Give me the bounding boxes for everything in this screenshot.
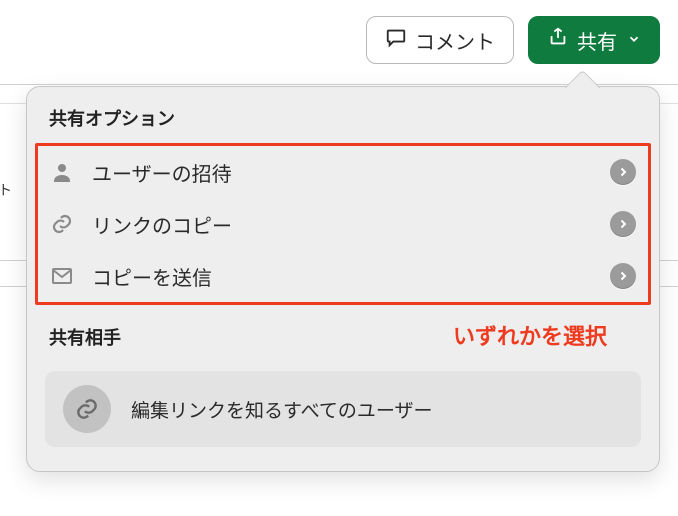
recipients-header-row: 共有相手 いずれかを選択: [27, 305, 659, 357]
chevron-right-icon: [610, 263, 636, 289]
mail-icon: [48, 264, 76, 288]
share-icon: [547, 26, 569, 54]
share-label: 共有: [577, 26, 617, 55]
comment-button[interactable]: コメント: [366, 16, 514, 64]
recipient-summary-text: 編集リンクを知るすべてのユーザー: [131, 396, 433, 423]
chevron-right-icon: [610, 159, 636, 185]
menu-item-send-copy[interactable]: コピーを送信: [38, 250, 648, 302]
link-icon: [48, 212, 76, 236]
chevron-down-icon: [627, 29, 641, 52]
background-fragment: ト: [0, 180, 12, 200]
recipient-summary-row[interactable]: 編集リンクを知るすべてのユーザー: [45, 371, 641, 447]
recipients-header: 共有相手: [49, 324, 121, 350]
chevron-right-icon: [610, 211, 636, 237]
share-popover: 共有オプション ユーザーの招待 リンクのコピー: [26, 86, 660, 472]
highlight-box: ユーザーの招待 リンクのコピー コピーを送信: [35, 143, 651, 305]
annotation-text: いずれかを選択: [141, 319, 637, 351]
person-icon: [48, 160, 76, 184]
menu-item-invite-users[interactable]: ユーザーの招待: [38, 146, 648, 198]
share-button[interactable]: 共有: [528, 16, 660, 64]
top-toolbar: コメント 共有: [366, 16, 660, 64]
menu-item-label: リンクのコピー: [92, 210, 594, 239]
speech-bubble-icon: [385, 26, 407, 54]
share-options-header: 共有オプション: [27, 87, 659, 143]
menu-item-label: ユーザーの招待: [92, 158, 594, 187]
link-circle-icon: [63, 385, 111, 433]
comment-label: コメント: [415, 26, 495, 55]
menu-item-label: コピーを送信: [92, 262, 594, 291]
menu-item-copy-link[interactable]: リンクのコピー: [38, 198, 648, 250]
